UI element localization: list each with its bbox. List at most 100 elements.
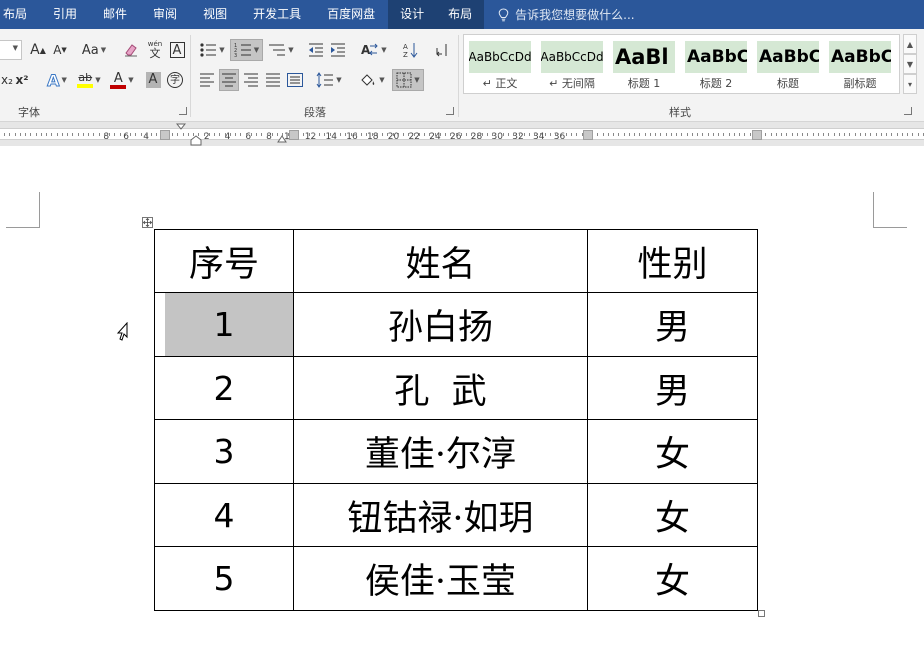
table-cell-gender[interactable]: 女 bbox=[587, 483, 758, 547]
style-normal[interactable]: AaBbCcDd ↵ 正文 bbox=[467, 39, 533, 91]
table-cell-index[interactable]: 3 bbox=[154, 419, 294, 484]
table-cell-gender[interactable]: 女 bbox=[587, 419, 758, 484]
table-cell-name[interactable]: 董佳·尔淳 bbox=[293, 419, 588, 484]
style-heading-1[interactable]: AaBl 标题 1 bbox=[611, 39, 677, 91]
superscript-button[interactable]: x² bbox=[13, 69, 31, 91]
ruler-tick bbox=[146, 133, 147, 136]
style-no-spacing[interactable]: AaBbCcDd ↵ 无间隔 bbox=[539, 39, 605, 91]
chinese-layout-button[interactable]: A ▼ bbox=[358, 39, 390, 61]
ruler-column-marker[interactable] bbox=[583, 130, 593, 140]
table-cell-index[interactable]: 5 bbox=[154, 546, 294, 611]
table-cell-name[interactable]: 钮钴禄·如玥 bbox=[293, 483, 588, 547]
styles-gallery: AaBbCcDd ↵ 正文 AaBbCcDd ↵ 无间隔 AaBl 标题 1 A… bbox=[463, 34, 900, 94]
first-line-indent-marker[interactable] bbox=[176, 123, 186, 131]
table-cell-index[interactable]: 1 bbox=[154, 292, 294, 357]
ruler-tick bbox=[393, 133, 394, 136]
tab-view[interactable]: 视图 bbox=[190, 0, 240, 29]
bullets-button[interactable]: ▼ bbox=[197, 39, 227, 61]
change-case-button[interactable]: Aa ▼ bbox=[78, 39, 110, 61]
paragraph-dialog-launcher[interactable] bbox=[446, 107, 454, 115]
align-left-button[interactable] bbox=[197, 69, 217, 91]
ruler-tick bbox=[403, 133, 404, 136]
styles-dialog-launcher[interactable] bbox=[904, 107, 912, 115]
ruler-tick bbox=[692, 133, 693, 136]
header-cell-name[interactable]: 姓名 bbox=[293, 229, 588, 293]
horizontal-ruler[interactable]: 864224681012141618202224262830323436 bbox=[0, 122, 924, 146]
tab-references[interactable]: 引用 bbox=[40, 0, 90, 29]
font-size-combo[interactable]: ▼ bbox=[0, 40, 22, 60]
document-page[interactable]: 序号 姓名 性别 1 孙白扬 男 2 孔 武 男 3 董佳·尔淳 女 4 钮钴禄… bbox=[0, 146, 924, 661]
table-cell-name[interactable]: 孔 武 bbox=[293, 356, 588, 420]
increase-indent-button[interactable] bbox=[328, 39, 348, 61]
table-cell-index[interactable]: 4 bbox=[154, 483, 294, 547]
ruler-tick bbox=[230, 133, 231, 136]
ruler-tick bbox=[156, 133, 157, 136]
tab-baidu-netdisk[interactable]: 百度网盘 bbox=[314, 0, 388, 29]
header-cell-gender[interactable]: 性别 bbox=[587, 229, 758, 293]
right-indent-marker[interactable] bbox=[277, 135, 287, 143]
ribbon: ▼ A▲ A▼ Aa▼ wén 文 A x₂ x² A▼ ab ▼ A bbox=[0, 29, 924, 122]
font-dialog-launcher[interactable] bbox=[179, 107, 187, 115]
tab-table-layout[interactable]: 布局 bbox=[436, 0, 485, 29]
sort-button[interactable]: AZ bbox=[400, 39, 422, 61]
table-cell-name[interactable]: 孙白扬 bbox=[293, 292, 588, 357]
gallery-scroll-up[interactable]: ▲ bbox=[903, 34, 917, 54]
document-table[interactable]: 序号 姓名 性别 1 孙白扬 男 2 孔 武 男 3 董佳·尔淳 女 4 钮钴禄… bbox=[154, 229, 758, 611]
highlight-color-button[interactable]: ab ▼ bbox=[74, 69, 104, 91]
header-cell-index[interactable]: 序号 bbox=[154, 229, 294, 293]
tab-table-design[interactable]: 设计 bbox=[388, 0, 437, 29]
borders-button[interactable]: ▼ bbox=[392, 69, 424, 91]
style-title[interactable]: AaBbC 标题 bbox=[755, 39, 821, 91]
tell-me-search[interactable]: 告诉我您想要做什么... bbox=[484, 0, 635, 29]
gallery-more[interactable]: ▾ bbox=[903, 74, 917, 94]
ruler-column-marker[interactable] bbox=[160, 130, 170, 140]
align-right-button[interactable] bbox=[241, 69, 261, 91]
ruler-tick bbox=[130, 133, 131, 136]
ruler-column-marker[interactable] bbox=[752, 130, 762, 140]
numbering-button[interactable]: 123 ▼ bbox=[230, 39, 263, 61]
tab-review[interactable]: 审阅 bbox=[140, 0, 190, 29]
distributed-button[interactable] bbox=[285, 69, 305, 91]
ruler-tick bbox=[83, 133, 84, 136]
style-heading-2[interactable]: AaBbC 标题 2 bbox=[683, 39, 749, 91]
phonetic-guide-button[interactable]: wén 文 bbox=[144, 39, 166, 61]
ruler-column-marker[interactable] bbox=[289, 130, 299, 140]
table-cell-gender[interactable]: 男 bbox=[587, 292, 758, 357]
table-resize-handle[interactable] bbox=[758, 610, 765, 617]
ruler-tick bbox=[828, 133, 829, 136]
table-cell-gender[interactable]: 男 bbox=[587, 356, 758, 420]
paragraph-mark-icon bbox=[436, 44, 447, 57]
table-move-handle[interactable] bbox=[142, 217, 153, 228]
shading-button[interactable]: ▼ bbox=[356, 69, 388, 91]
style-subtitle[interactable]: AaBbC 副标题 bbox=[827, 39, 893, 91]
table-cell-index[interactable]: 2 bbox=[154, 356, 294, 420]
tab-mailings[interactable]: 邮件 bbox=[90, 0, 140, 29]
decrease-indent-button[interactable] bbox=[306, 39, 326, 61]
table-cell-name[interactable]: 侯佳·玉莹 bbox=[293, 546, 588, 611]
character-shading-button[interactable]: A bbox=[143, 69, 163, 91]
text-effects-button[interactable]: A ▼ bbox=[42, 69, 72, 91]
table-cell-gender[interactable]: 女 bbox=[587, 546, 758, 611]
font-color-button[interactable]: A ▼ bbox=[108, 69, 136, 91]
shrink-font-button[interactable]: A ▼ bbox=[50, 39, 70, 61]
character-border-button[interactable]: A bbox=[167, 39, 187, 61]
ruler-tick bbox=[41, 133, 42, 136]
grow-font-button[interactable]: A ▲ bbox=[28, 39, 48, 61]
enclose-characters-button[interactable]: 字 bbox=[165, 69, 185, 91]
tab-layout[interactable]: 布局 bbox=[0, 0, 40, 29]
line-spacing-button[interactable]: ▼ bbox=[314, 69, 344, 91]
multilevel-list-button[interactable]: ▼ bbox=[266, 39, 296, 61]
hanging-indent-marker[interactable] bbox=[190, 135, 202, 146]
style-name: 标题 2 bbox=[699, 77, 733, 90]
tab-developer[interactable]: 开发工具 bbox=[240, 0, 314, 29]
ruler-tick bbox=[697, 133, 698, 136]
justify-button[interactable] bbox=[263, 69, 283, 91]
style-name: 标题 bbox=[777, 77, 799, 90]
gallery-scroll-down[interactable]: ▼ bbox=[903, 54, 917, 74]
show-marks-button[interactable] bbox=[432, 39, 452, 61]
ruler-tick bbox=[172, 133, 173, 136]
clear-format-button[interactable] bbox=[120, 39, 142, 61]
ruler-tick bbox=[492, 133, 493, 136]
ruler-tick bbox=[718, 133, 719, 136]
align-center-button[interactable] bbox=[219, 69, 239, 91]
